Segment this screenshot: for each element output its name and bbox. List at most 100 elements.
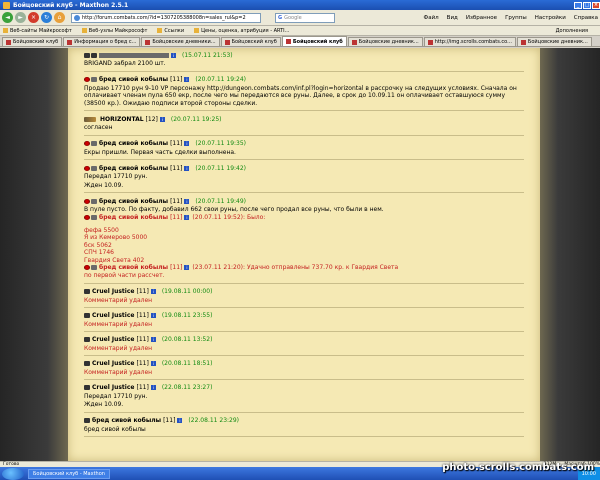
post-time: (20.07.11 19:42) bbox=[195, 164, 247, 172]
info-icon[interactable]: i bbox=[184, 165, 190, 171]
info-icon[interactable]: i bbox=[184, 77, 190, 82]
address-bar[interactable]: http://forum.combats.com/?id=13072053880… bbox=[71, 12, 261, 23]
author-name[interactable]: Cruel Justice bbox=[92, 384, 134, 391]
forward-button[interactable]: ► bbox=[15, 12, 26, 23]
menu-groups[interactable]: Группы bbox=[505, 15, 527, 21]
clan-icon bbox=[84, 141, 90, 146]
comment-header: бред сивой кобылы [11] i (20.07.11 19:52… bbox=[84, 214, 524, 221]
menu-favorites[interactable]: Избранное bbox=[466, 15, 497, 21]
comment-body: фефа 5500 Я из Кемерово 5000 бск 5062 СП… bbox=[84, 227, 524, 265]
menu-view[interactable]: Вид bbox=[447, 15, 458, 21]
comment-author[interactable]: бред сивой кобылы bbox=[99, 264, 168, 271]
info-icon[interactable]: i bbox=[171, 52, 176, 58]
info-icon[interactable]: i bbox=[159, 116, 165, 122]
menu-file[interactable]: Файл bbox=[423, 15, 438, 21]
author-name[interactable]: бред сивой кобылы bbox=[99, 165, 168, 172]
info-icon[interactable]: i bbox=[177, 418, 183, 423]
author-name[interactable]: HORIZONTAL bbox=[100, 116, 144, 123]
minimize-button[interactable]: _ bbox=[574, 1, 582, 9]
info-icon[interactable]: i bbox=[150, 385, 156, 390]
author-name[interactable]: бред сивой кобылы bbox=[99, 198, 168, 205]
author-name[interactable]: Cruel Justice bbox=[92, 360, 134, 367]
post-list: i (15.07.11 21:53) BRIGAND забрал 2100 ш… bbox=[84, 48, 524, 439]
post-header: Cruel Justice [11] i (20.08.11 13:52) bbox=[84, 336, 524, 344]
comment-line: СПЧ 1746 bbox=[84, 249, 114, 256]
home-button[interactable]: ⌂ bbox=[54, 12, 65, 23]
post-time: (20.07.11 19:35) bbox=[195, 140, 247, 147]
info-icon[interactable]: i bbox=[184, 198, 190, 204]
maxthon-app-icon bbox=[3, 1, 10, 9]
link-links[interactable]: Ссылки bbox=[157, 27, 184, 34]
post-text: бред сивой кобылы bbox=[84, 425, 146, 433]
post-time: (19.08.11 23:55) bbox=[161, 312, 213, 319]
author-level: [11] bbox=[136, 336, 149, 343]
tab-1[interactable]: Бойцовский клуб bbox=[2, 37, 63, 46]
maximize-button[interactable]: □ bbox=[583, 1, 591, 9]
info-icon[interactable]: i bbox=[184, 141, 190, 146]
post-time: (19.08.11 00:00) bbox=[161, 288, 213, 295]
menu-settings[interactable]: Настройки bbox=[535, 15, 566, 21]
author-name[interactable]: бред сивой кобылы bbox=[99, 76, 168, 83]
author-level: [11] bbox=[170, 197, 183, 205]
parchment-scroll: i (15.07.11 21:53) BRIGAND забрал 2100 ш… bbox=[68, 48, 540, 461]
info-icon[interactable]: i bbox=[150, 289, 156, 294]
tab-4[interactable]: Бойцовский клуб bbox=[220, 37, 281, 46]
comment-author[interactable]: бред сивой кобылы bbox=[99, 214, 168, 221]
author-name[interactable]: Cruel Justice bbox=[92, 312, 134, 319]
author-name[interactable]: Cruel Justice bbox=[92, 288, 134, 295]
author-level: [11] bbox=[136, 312, 149, 319]
link-microsoft-nodes[interactable]: Веб-узлы Майкрософт bbox=[81, 27, 147, 34]
post-text: согласен bbox=[84, 124, 113, 131]
post-header: i (15.07.11 21:53) bbox=[84, 51, 524, 59]
tab-3[interactable]: Бойцовские дневники... bbox=[141, 37, 220, 46]
menu-help[interactable]: Справка bbox=[574, 15, 598, 21]
link-arti[interactable]: Цены, оценка, атрибуция - ARTI... bbox=[194, 27, 289, 34]
globe-icon bbox=[74, 14, 80, 21]
comment-time: (23.07.11 21:20): Удачно отправлены 737.… bbox=[192, 264, 399, 271]
tab-6[interactable]: Бойцовские дневник... bbox=[347, 37, 423, 46]
author-level: [11] bbox=[163, 417, 176, 424]
tab-7[interactable]: http://img.scrolls.combats.co... bbox=[423, 37, 516, 46]
author-name[interactable] bbox=[99, 52, 169, 58]
link-microsoft-sites[interactable]: Веб-сайты Майкрософт bbox=[3, 27, 72, 34]
back-button[interactable]: ◄ bbox=[2, 12, 13, 23]
info-icon[interactable]: i bbox=[150, 361, 156, 366]
author-name[interactable]: Cruel Justice bbox=[92, 336, 134, 343]
refresh-button[interactable]: ↻ bbox=[41, 12, 52, 23]
comment-level: [11] bbox=[170, 264, 183, 271]
deleted-comment: Комментарий удален bbox=[84, 344, 153, 352]
page-viewport[interactable]: i (15.07.11 21:53) BRIGAND забрал 2100 ш… bbox=[0, 48, 600, 461]
watermark: photo.scrolls.combats.com bbox=[442, 462, 594, 473]
info-icon[interactable]: i bbox=[150, 337, 156, 342]
post-text: Екры пришли. Первая часть сделки выполне… bbox=[84, 148, 236, 156]
addons-button[interactable]: Дополнения bbox=[556, 28, 588, 34]
search-input[interactable]: G Google bbox=[275, 12, 335, 23]
tab-strip: Бойцовский клуб Информация о бред с... Б… bbox=[0, 36, 600, 47]
folder-icon bbox=[81, 27, 87, 33]
avatar-icon bbox=[91, 141, 97, 146]
info-icon[interactable]: i bbox=[184, 214, 190, 220]
clan-icon bbox=[84, 214, 90, 220]
comment-level: [11] bbox=[170, 213, 183, 221]
info-icon[interactable]: i bbox=[184, 265, 190, 270]
deleted-comment: Комментарий удален bbox=[84, 296, 153, 304]
taskbar-item-browser[interactable]: Бойцовский клуб - Maxthon bbox=[28, 468, 110, 479]
tab-2[interactable]: Информация о бред с... bbox=[63, 37, 141, 46]
clan-icon bbox=[84, 289, 90, 294]
post-header: Cruel Justice [11] i (20.08.11 18:51) bbox=[84, 360, 524, 368]
page-icon bbox=[194, 27, 200, 33]
author-name[interactable]: бред сивой кобылы bbox=[99, 140, 168, 147]
info-icon[interactable]: i bbox=[150, 313, 156, 318]
author-level: [11] bbox=[170, 164, 183, 172]
tab-5-active[interactable]: Бойцовский клуб bbox=[281, 36, 347, 46]
post-text: Продаю 17710 рун 9-10 VP персонажу http:… bbox=[84, 84, 517, 107]
avatar-icon bbox=[91, 77, 97, 82]
tab-8[interactable]: Бойцовские дневник... bbox=[516, 37, 592, 46]
author-level: [11] bbox=[136, 288, 149, 295]
stop-button[interactable]: × bbox=[28, 12, 39, 23]
clan-icon bbox=[84, 265, 90, 270]
start-button[interactable] bbox=[2, 467, 24, 480]
author-name[interactable]: бред сивой кобылы bbox=[92, 417, 161, 424]
search-placeholder: Google bbox=[284, 14, 302, 21]
close-button[interactable]: × bbox=[592, 1, 600, 9]
